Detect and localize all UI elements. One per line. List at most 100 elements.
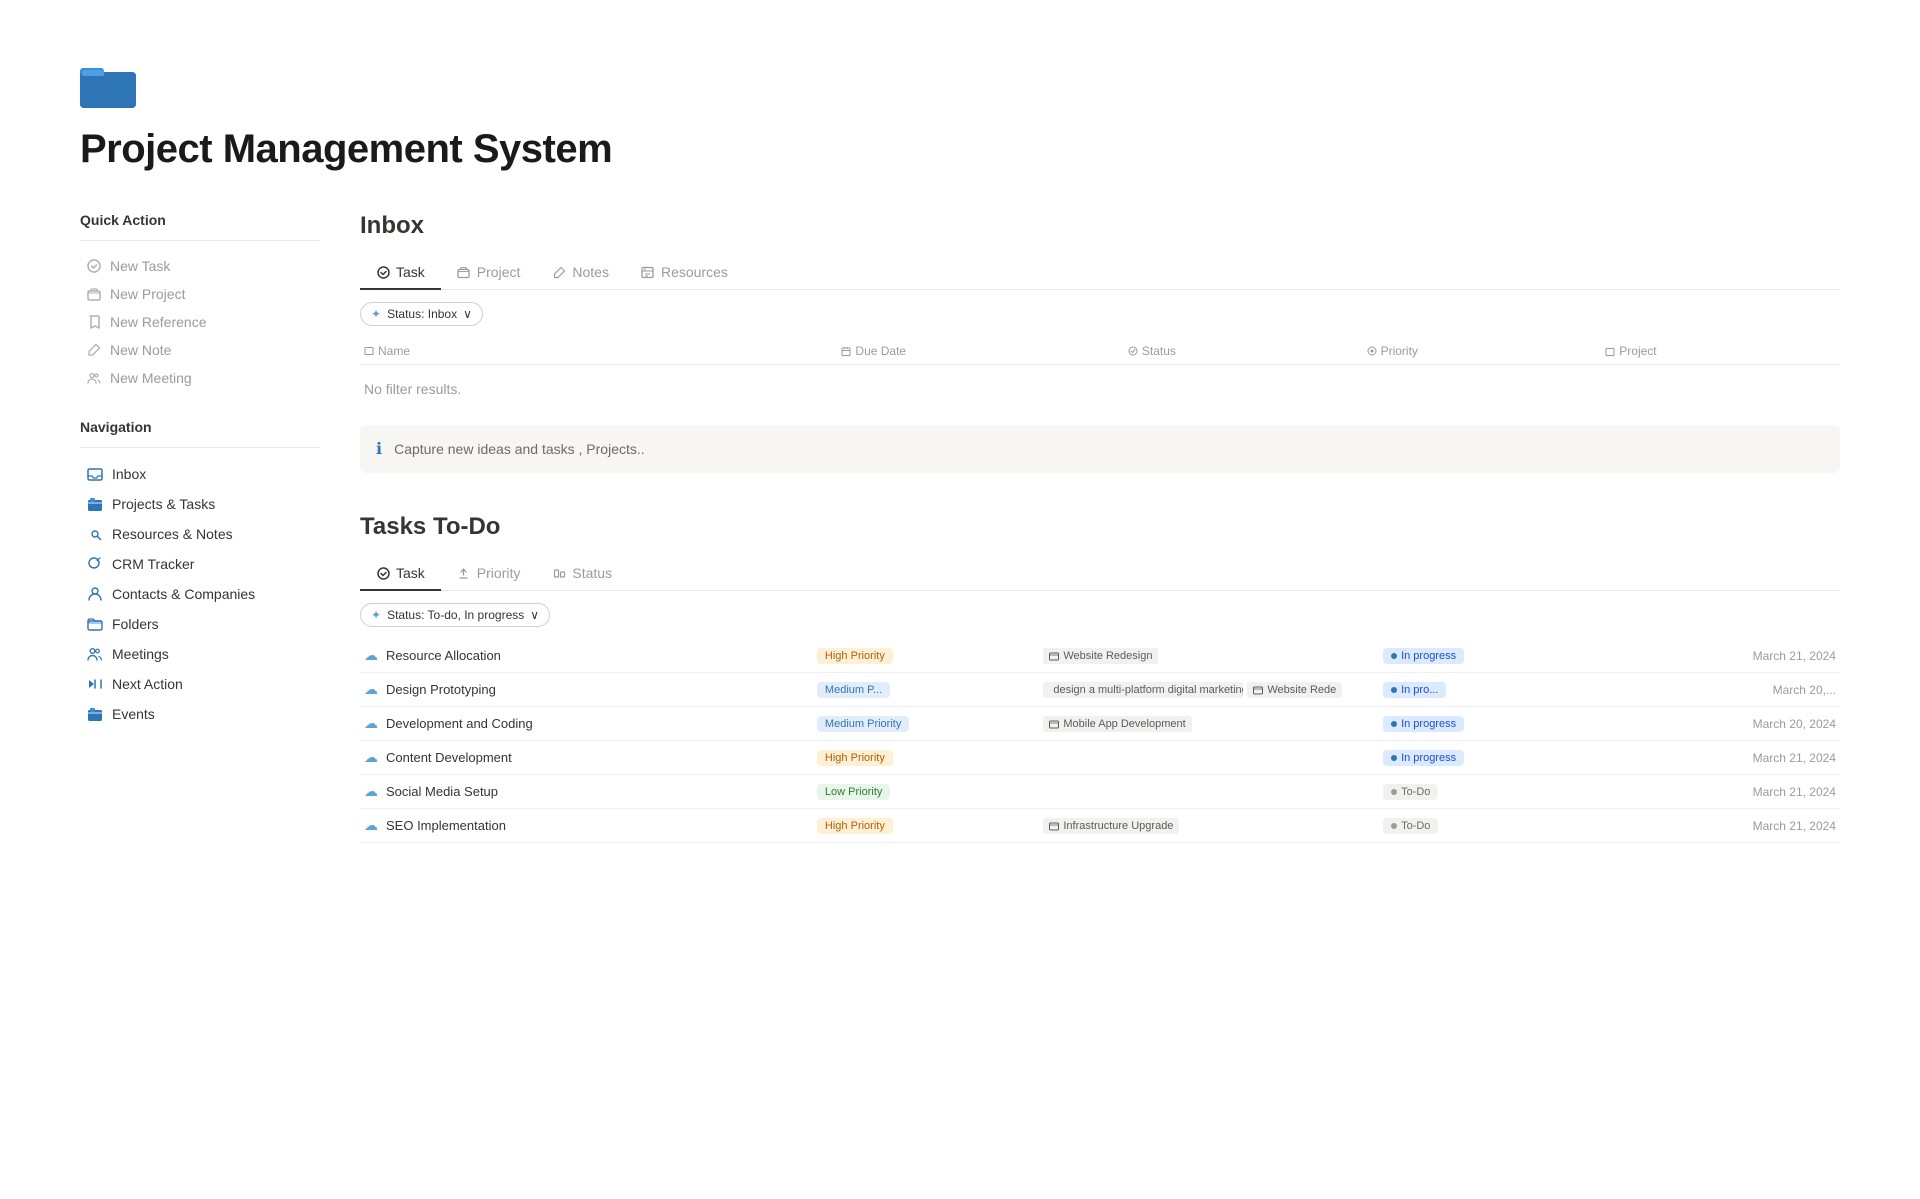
tasks-todo-title: Tasks To-Do — [360, 513, 1840, 541]
sidebar-item-events-label: Events — [112, 706, 155, 722]
sidebar-item-meetings[interactable]: Meetings — [80, 640, 320, 668]
col-project: Project — [1601, 344, 1840, 358]
navigation-section: Navigation Inbox — [80, 419, 320, 728]
tasks-filter-chevron-icon: ∨ — [530, 608, 539, 622]
quick-action-new-task[interactable]: New Task — [80, 253, 320, 279]
status-dot — [1391, 823, 1397, 829]
inbox-info-text: Capture new ideas and tasks , Projects.. — [394, 441, 645, 457]
table-row[interactable]: ☁ SEO Implementation High Priority Infra… — [360, 809, 1840, 843]
tab-resources[interactable]: Resources — [625, 256, 744, 290]
tab-notes[interactable]: Notes — [536, 256, 625, 290]
inbox-section: Inbox Task — [360, 212, 1840, 473]
task-name-text: Content Development — [386, 750, 512, 765]
table-row[interactable]: ☁ Development and Coding Medium Priority… — [360, 707, 1840, 741]
task-name-text: Design Prototyping — [386, 682, 496, 697]
task-status-cell: To-Do — [1383, 817, 1609, 834]
task-name-text: SEO Implementation — [386, 818, 506, 833]
tab-task[interactable]: Task — [360, 256, 441, 290]
task-name-text: Social Media Setup — [386, 784, 498, 799]
sidebar-item-contacts-companies-label: Contacts & Companies — [112, 586, 255, 602]
status-badge: In progress — [1383, 648, 1464, 664]
quick-action-new-reference[interactable]: New Reference — [80, 309, 320, 335]
inbox-tabs-bar: Task Project — [360, 256, 1840, 290]
priority-badge: High Priority — [817, 648, 893, 664]
table-row[interactable]: ☁ Resource Allocation High Priority Webs… — [360, 639, 1840, 673]
status-dot — [1391, 653, 1397, 659]
contacts-icon — [86, 585, 104, 603]
sidebar-item-projects-tasks[interactable]: Projects & Tasks — [80, 490, 320, 518]
table-row[interactable]: ☁ Design Prototyping Medium P... design … — [360, 673, 1840, 707]
task-date-cell: March 20,... — [1610, 683, 1836, 697]
tasks-priority-tab-label: Priority — [477, 565, 521, 581]
sidebar-item-inbox[interactable]: Inbox — [80, 460, 320, 488]
sidebar: Quick Action New Task — [80, 212, 320, 883]
events-icon — [86, 705, 104, 723]
task-status-cell: In progress — [1383, 715, 1609, 732]
sidebar-item-next-action-label: Next Action — [112, 676, 183, 692]
quick-action-new-meeting[interactable]: New Meeting — [80, 365, 320, 391]
sidebar-item-crm-tracker-label: CRM Tracker — [112, 556, 194, 572]
notes-tab-icon — [552, 265, 566, 279]
table-row[interactable]: ☁ Social Media Setup Low Priority To-Do — [360, 775, 1840, 809]
task-cloud-icon: ☁ — [364, 647, 378, 664]
task-priority-cell: High Priority — [817, 647, 1043, 664]
priority-badge: Low Priority — [817, 784, 890, 800]
status-tab-icon — [552, 566, 566, 580]
page-title: Project Management System — [80, 127, 1840, 172]
task-priority-cell: Medium P... — [817, 681, 1043, 698]
sidebar-item-next-action[interactable]: Next Action — [80, 670, 320, 698]
sidebar-item-folders[interactable]: Folders — [80, 610, 320, 638]
tasks-task-tab-icon — [376, 566, 390, 580]
table-row[interactable]: ☁ Content Development High Priority In p… — [360, 741, 1840, 775]
inbox-status-filter[interactable]: ✦ Status: Inbox ∨ — [360, 302, 483, 326]
project-tab-label: Project — [477, 264, 521, 280]
note-icon — [86, 342, 102, 358]
task-date-cell: March 21, 2024 — [1610, 649, 1836, 663]
tasks-tab-task[interactable]: Task — [360, 557, 441, 591]
filter-spin-icon: ✦ — [371, 307, 381, 321]
quick-action-new-project[interactable]: New Project — [80, 281, 320, 307]
task-cloud-icon: ☁ — [364, 817, 378, 834]
task-tab-label: Task — [396, 264, 425, 280]
tasks-filter-label: Status: To-do, In progress — [387, 608, 524, 622]
sidebar-item-resources-notes[interactable]: Resources & Notes — [80, 520, 320, 548]
tasks-table: ☁ Resource Allocation High Priority Webs… — [360, 639, 1840, 843]
tasks-filter-spin-icon: ✦ — [371, 608, 381, 622]
task-priority-cell: High Priority — [817, 749, 1043, 766]
priority-badge: Medium Priority — [817, 716, 909, 732]
filter-chevron-icon: ∨ — [463, 307, 472, 321]
inbox-icon — [86, 465, 104, 483]
navigation-title: Navigation — [80, 419, 320, 435]
task-date-cell: March 21, 2024 — [1610, 785, 1836, 799]
sidebar-item-events[interactable]: Events — [80, 700, 320, 728]
sidebar-item-crm-tracker[interactable]: CRM Tracker — [80, 550, 320, 578]
project-icon — [86, 286, 102, 302]
tasks-tab-priority[interactable]: Priority — [441, 557, 537, 591]
task-name-cell: ☁ SEO Implementation — [364, 817, 817, 834]
project-chip-2: Website Rede — [1247, 682, 1342, 698]
task-name-text: Resource Allocation — [386, 648, 501, 663]
inbox-info-box: ℹ Capture new ideas and tasks , Projects… — [360, 425, 1840, 473]
quick-action-new-meeting-label: New Meeting — [110, 370, 192, 386]
tasks-tab-status[interactable]: Status — [536, 557, 628, 591]
priority-badge: High Priority — [817, 750, 893, 766]
status-dot — [1391, 789, 1397, 795]
priority-tab-icon — [457, 566, 471, 580]
priority-badge: High Priority — [817, 818, 893, 834]
task-name-cell: ☁ Design Prototyping — [364, 681, 817, 698]
sidebar-item-contacts-companies[interactable]: Contacts & Companies — [80, 580, 320, 608]
task-status-cell: To-Do — [1383, 783, 1609, 800]
task-icon — [86, 258, 102, 274]
project-chip: design a multi-platform digital marketin… — [1043, 682, 1243, 698]
task-priority-cell: Medium Priority — [817, 715, 1043, 732]
tab-project[interactable]: Project — [441, 256, 537, 290]
notes-tab-label: Notes — [572, 264, 609, 280]
col-priority: Priority — [1363, 344, 1602, 358]
tasks-status-filter[interactable]: ✦ Status: To-do, In progress ∨ — [360, 603, 550, 627]
priority-badge: Medium P... — [817, 682, 890, 698]
quick-action-new-note[interactable]: New Note — [80, 337, 320, 363]
info-icon: ℹ — [376, 439, 382, 459]
quick-action-section: Quick Action New Task — [80, 212, 320, 391]
quick-action-new-task-label: New Task — [110, 258, 170, 274]
task-name-cell: ☁ Social Media Setup — [364, 783, 817, 800]
